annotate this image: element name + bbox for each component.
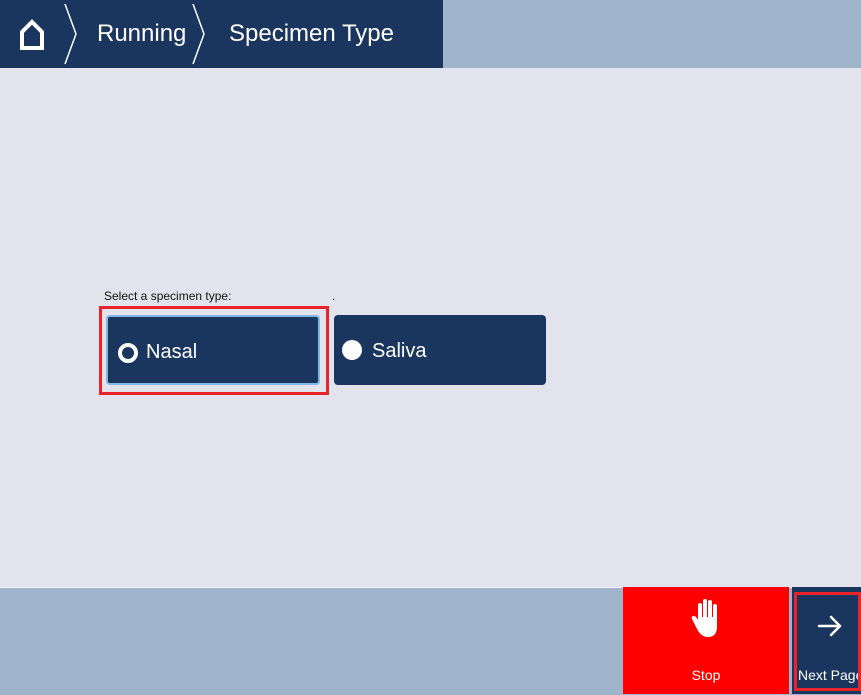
saliva-option-label: Saliva bbox=[372, 340, 427, 362]
breadcrumb-specimen-type: Specimen Type bbox=[229, 20, 394, 47]
breadcrumb-running[interactable]: Running bbox=[97, 20, 186, 48]
saliva-option-button[interactable]: Saliva bbox=[334, 315, 546, 385]
specimen-type-prompt: Select a specimen type: bbox=[104, 289, 232, 303]
hand-stop-icon bbox=[691, 599, 717, 637]
breadcrumb: Running Specimen Type bbox=[0, 0, 443, 68]
next-page-button[interactable]: Next Page bbox=[792, 587, 861, 694]
arrow-right-icon bbox=[817, 615, 842, 637]
nasal-option-label: Nasal bbox=[146, 341, 198, 363]
stop-button[interactable]: Stop bbox=[623, 587, 789, 694]
radio-unselected-icon bbox=[342, 340, 362, 360]
next-page-label: Next Page bbox=[798, 667, 861, 683]
home-icon bbox=[20, 19, 44, 50]
stop-label: Stop bbox=[691, 667, 721, 683]
breadcrumb-separator-icon bbox=[192, 3, 205, 65]
nasal-option-button[interactable]: Nasal bbox=[106, 315, 320, 385]
radio-selected-icon bbox=[118, 343, 138, 363]
home-button[interactable] bbox=[10, 14, 54, 54]
stray-mark: . bbox=[332, 289, 336, 303]
breadcrumb-separator-icon bbox=[64, 3, 77, 65]
